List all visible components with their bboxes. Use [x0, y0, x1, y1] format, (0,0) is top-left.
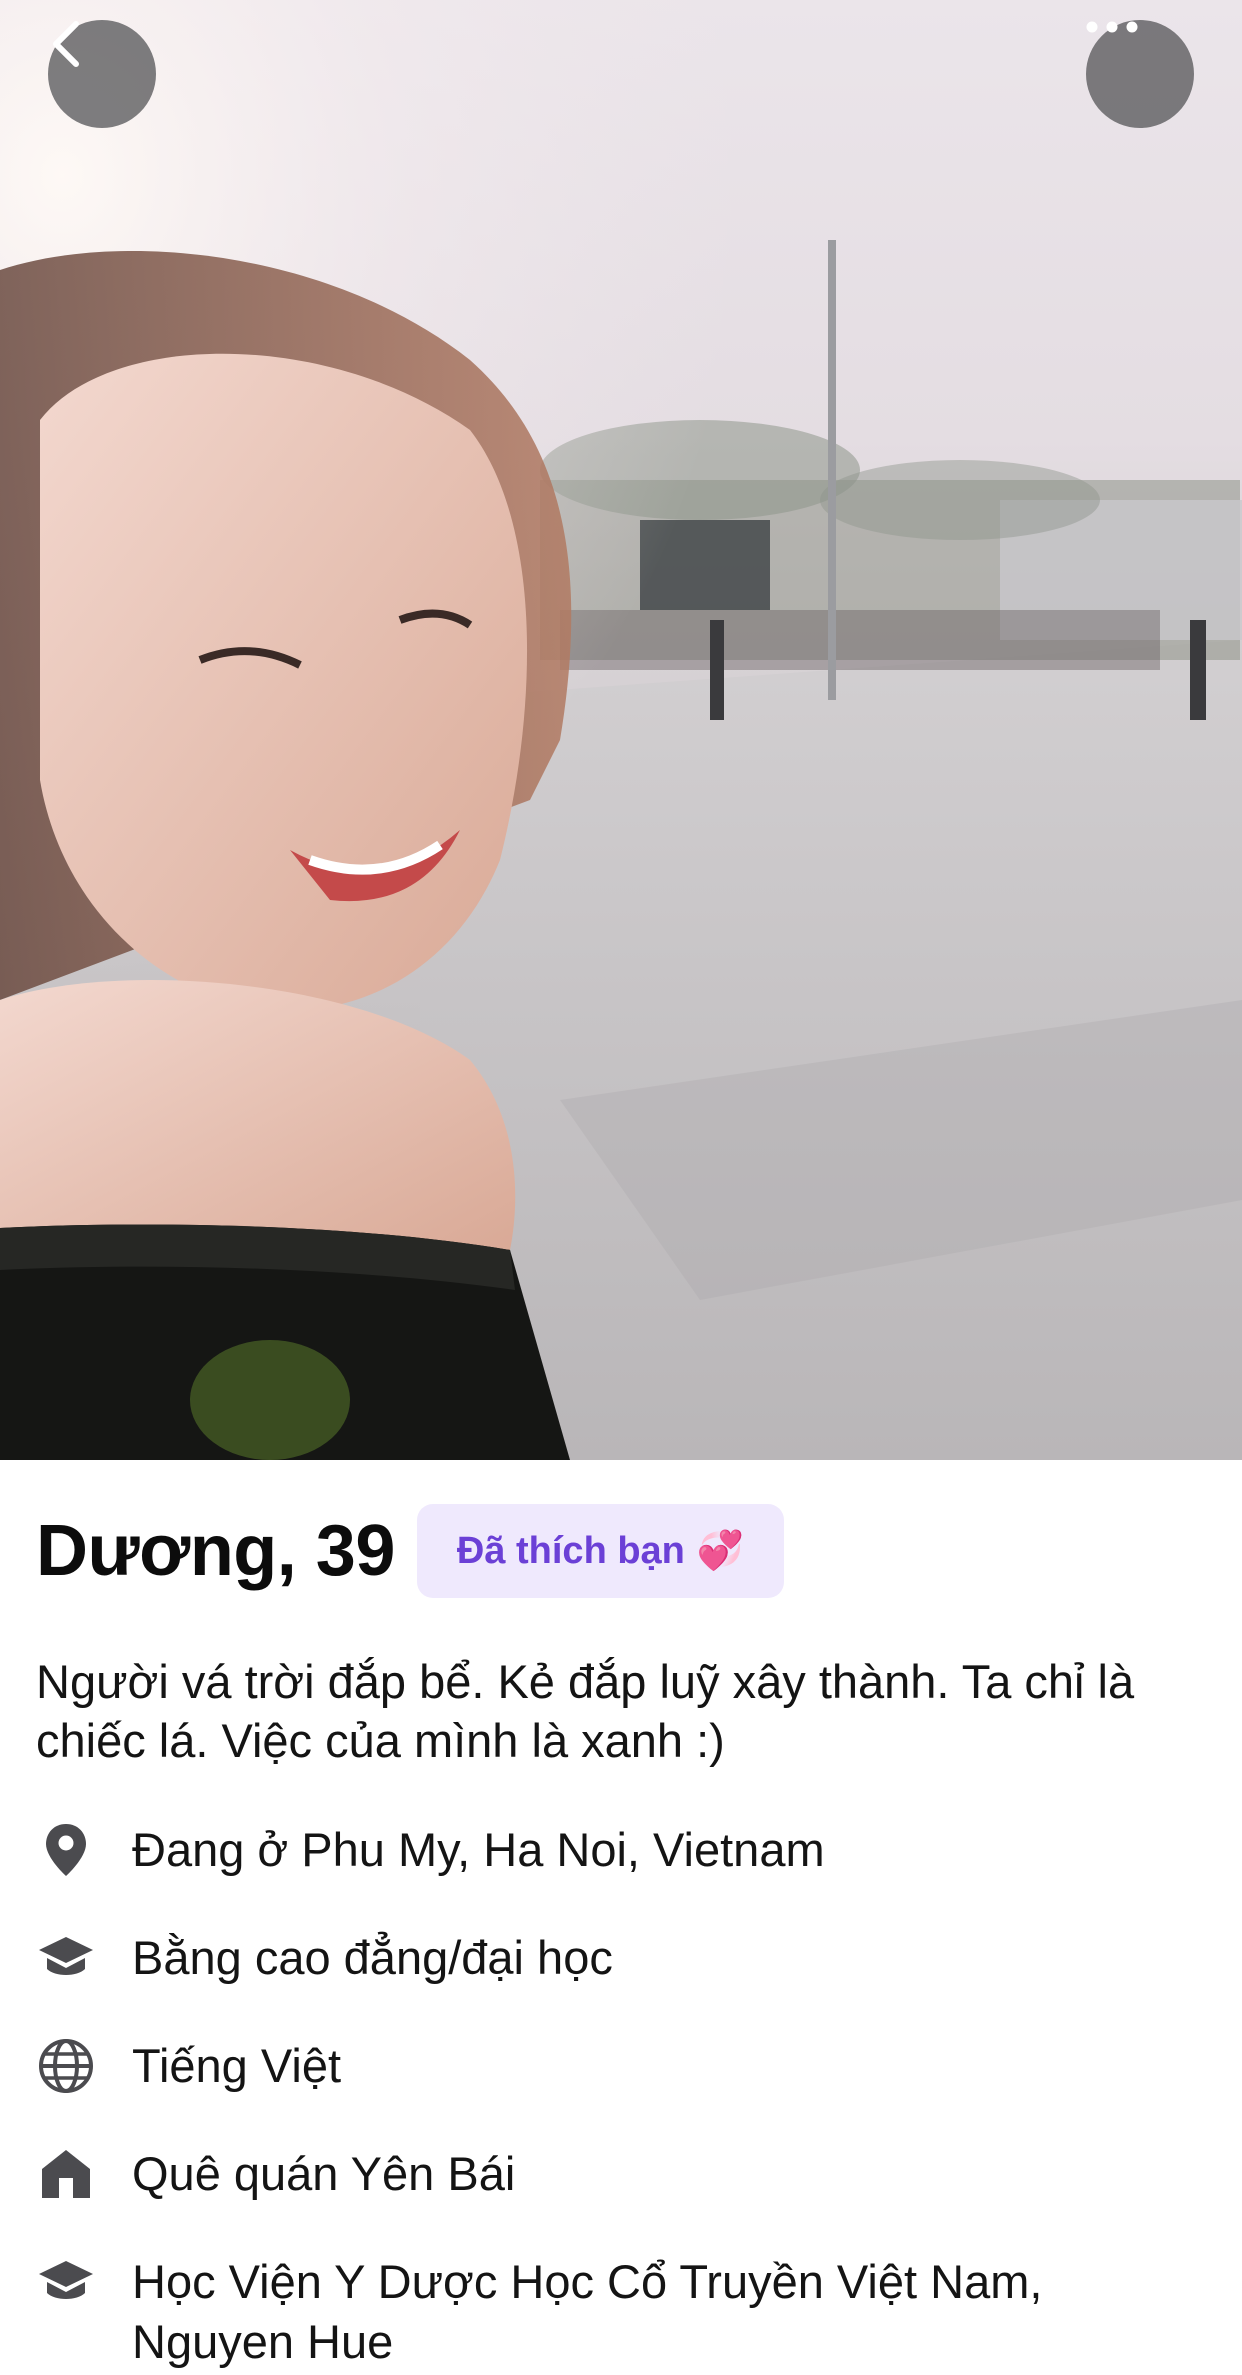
- profile-bio: Người vá trời đắp bể. Kẻ đắp luỹ xây thà…: [36, 1655, 1135, 1767]
- liked-you-badge: Đã thích bạn 💞: [416, 1504, 785, 1598]
- ellipsis-horizontal-icon: [1086, 21, 1138, 33]
- profile-page: Dương, 39 Đã thích bạn 💞 Người vá trời đ…: [0, 0, 1242, 2375]
- photo-illustration: [0, 0, 1242, 1460]
- detail-language: Tiếng Việt: [36, 2036, 1206, 2096]
- detail-education-level-text: Bằng cao đẳng/đại học: [132, 1931, 613, 1984]
- detail-location-text: Đang ở Phu My, Ha Noi, Vietnam: [132, 1823, 825, 1876]
- profile-info: Dương, 39 Đã thích bạn 💞 Người vá trời đ…: [0, 1460, 1242, 2375]
- detail-hometown-text: Quê quán Yên Bái: [132, 2147, 516, 2200]
- globe-icon: [36, 2036, 96, 2096]
- profile-name-age: Dương, 39: [36, 1511, 395, 1591]
- detail-hometown: Quê quán Yên Bái: [36, 2144, 1206, 2204]
- detail-school-text: Học Viện Y Dược Học Cổ Truyền Việt Nam, …: [132, 2255, 1043, 2368]
- back-button[interactable]: [48, 20, 156, 128]
- location-pin-icon: [36, 1820, 96, 1880]
- detail-location: Đang ở Phu My, Ha Noi, Vietnam: [36, 1820, 1206, 1880]
- chevron-left-icon: [53, 21, 79, 67]
- detail-school: Học Viện Y Dược Học Cổ Truyền Việt Nam, …: [36, 2252, 1206, 2372]
- detail-language-text: Tiếng Việt: [132, 2039, 342, 2092]
- two-hearts-icon: 💞: [696, 1530, 745, 1572]
- graduation-cap-icon: [36, 2252, 96, 2312]
- detail-education-level: Bằng cao đẳng/đại học: [36, 1928, 1206, 1988]
- more-options-button[interactable]: [1086, 20, 1194, 128]
- profile-photo[interactable]: [0, 0, 1242, 1460]
- home-icon: [36, 2144, 96, 2204]
- name-row: Dương, 39 Đã thích bạn 💞: [36, 1504, 785, 1598]
- liked-badge-label: Đã thích bạn: [456, 1529, 685, 1572]
- graduation-cap-icon: [36, 1928, 96, 1988]
